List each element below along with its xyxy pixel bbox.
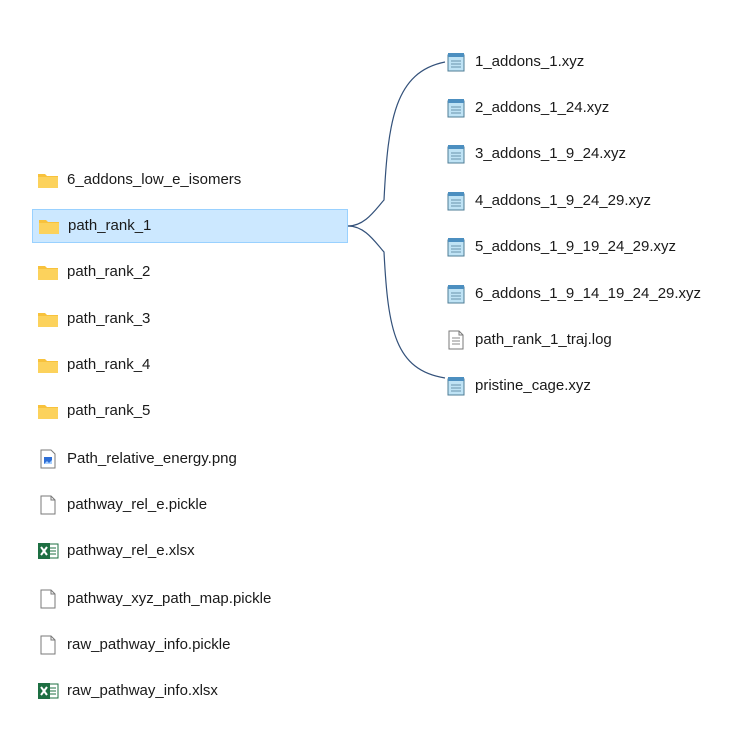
- list-item-raw-pathway-info-xlsx[interactable]: raw_pathway_info.xlsx: [32, 674, 348, 708]
- list-item-path-rank-3[interactable]: path_rank_3: [32, 302, 348, 336]
- item-label: 3_addons_1_9_24.xyz: [475, 145, 626, 162]
- blank-file-icon: [36, 635, 60, 655]
- folder-icon: [36, 262, 60, 282]
- list-item-path-rank-1-traj-log[interactable]: path_rank_1_traj.log: [440, 323, 612, 357]
- item-label: pathway_xyz_path_map.pickle: [67, 590, 272, 607]
- item-label: pathway_rel_e.xlsx: [67, 542, 195, 559]
- item-label: pristine_cage.xyz: [475, 377, 591, 394]
- blank-file-icon: [36, 495, 60, 515]
- folder-icon: [37, 216, 61, 236]
- notepad-icon: [444, 376, 468, 396]
- item-label: 5_addons_1_9_19_24_29.xyz: [475, 238, 677, 255]
- item-label: Path_relative_energy.png: [67, 450, 237, 467]
- blank-file-icon: [36, 589, 60, 609]
- excel-icon: [36, 541, 60, 561]
- excel-icon: [36, 681, 60, 701]
- item-label: 1_addons_1.xyz: [475, 53, 585, 70]
- notepad-icon: [444, 144, 468, 164]
- list-item-6-addons-low-e-isomers[interactable]: 6_addons_low_e_isomers: [32, 163, 348, 197]
- list-item-raw-pathway-info-pickle[interactable]: raw_pathway_info.pickle: [32, 628, 348, 662]
- item-label: 2_addons_1_24.xyz: [475, 99, 610, 116]
- image-file-icon: [36, 449, 60, 469]
- item-label: path_rank_4: [67, 356, 151, 373]
- item-label: raw_pathway_info.pickle: [67, 636, 231, 653]
- list-item-path-rank-1[interactable]: path_rank_1: [32, 209, 348, 243]
- item-label: raw_pathway_info.xlsx: [67, 682, 218, 699]
- list-item-pathway-rel-e-xlsx[interactable]: pathway_rel_e.xlsx: [32, 534, 348, 568]
- folder-icon: [36, 170, 60, 190]
- text-document-icon: [444, 330, 468, 350]
- item-label: path_rank_2: [67, 263, 151, 280]
- notepad-icon: [444, 98, 468, 118]
- list-item-1-addons-1-xyz[interactable]: 1_addons_1.xyz: [440, 45, 584, 79]
- list-item-2-addons-1-24-xyz[interactable]: 2_addons_1_24.xyz: [440, 91, 609, 125]
- item-label: path_rank_5: [67, 402, 151, 419]
- folder-icon: [36, 401, 60, 421]
- list-item-pristine-cage-xyz[interactable]: pristine_cage.xyz: [440, 369, 591, 403]
- folder-icon: [36, 355, 60, 375]
- item-label: path_rank_1: [68, 217, 152, 234]
- list-item-pathway-xyz-path-map-pickle[interactable]: pathway_xyz_path_map.pickle: [32, 582, 348, 616]
- notepad-icon: [444, 237, 468, 257]
- item-label: pathway_rel_e.pickle: [67, 496, 208, 513]
- notepad-icon: [444, 284, 468, 304]
- list-item-3-addons-1-9-24-xyz[interactable]: 3_addons_1_9_24.xyz: [440, 137, 626, 171]
- item-label: 4_addons_1_9_24_29.xyz: [475, 192, 651, 209]
- item-label: 6_addons_1_9_14_19_24_29.xyz: [475, 285, 702, 302]
- folder-icon: [36, 309, 60, 329]
- notepad-icon: [444, 52, 468, 72]
- item-label: path_rank_3: [67, 310, 151, 327]
- list-item-6-addons-1-9-14-19-24-29-xyz[interactable]: 6_addons_1_9_14_19_24_29.xyz: [440, 277, 701, 311]
- notepad-icon: [444, 191, 468, 211]
- list-item-path-relative-energy-png[interactable]: Path_relative_energy.png: [32, 442, 348, 476]
- list-item-path-rank-2[interactable]: path_rank_2: [32, 255, 348, 289]
- list-item-path-rank-4[interactable]: path_rank_4: [32, 348, 348, 382]
- item-label: 6_addons_low_e_isomers: [67, 171, 242, 188]
- list-item-pathway-rel-e-pickle[interactable]: pathway_rel_e.pickle: [32, 488, 348, 522]
- list-item-4-addons-1-9-24-29-xyz[interactable]: 4_addons_1_9_24_29.xyz: [440, 184, 651, 218]
- list-item-path-rank-5[interactable]: path_rank_5: [32, 394, 348, 428]
- item-label: path_rank_1_traj.log: [475, 331, 612, 348]
- list-item-5-addons-1-9-19-24-29-xyz[interactable]: 5_addons_1_9_19_24_29.xyz: [440, 230, 676, 264]
